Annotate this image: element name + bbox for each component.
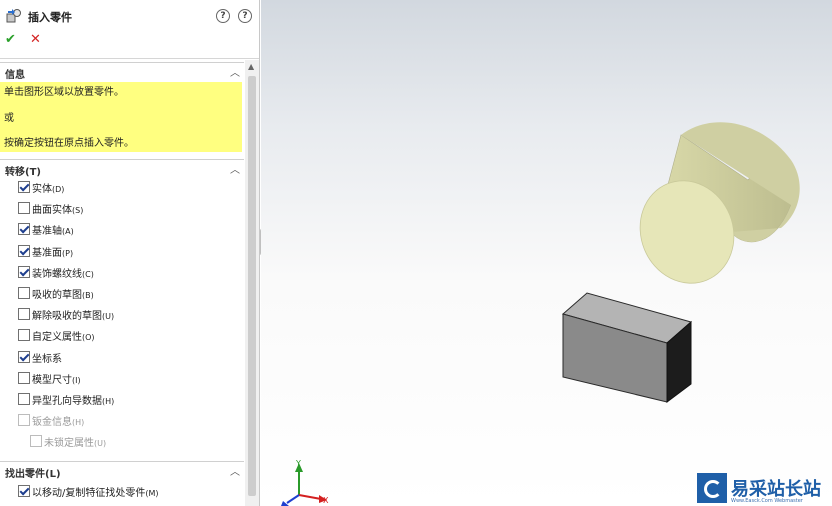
option-label: 未锁定属性(U) [44,438,107,450]
checkbox[interactable] [18,350,30,363]
model-scene[interactable]: Y X [261,0,832,506]
cylinder-part[interactable] [625,122,800,297]
insert-part-icon [6,9,21,23]
checkbox [18,414,30,427]
info-group-header[interactable]: 信息 ︿ [0,62,244,81]
option-label: 坐标系 [32,353,62,365]
collapse-chevron-icon[interactable]: ︿ [230,161,240,176]
option-label: 异型孔向导数据(H) [32,396,115,407]
info-message-box: 单击图形区域以放置零件。 或 按确定按钮在原点插入零件。 [0,82,242,152]
transfer-group-header[interactable]: 转移(T) ︿ [0,159,244,178]
transfer-group-label: 转移(T) [5,167,41,178]
option-label: 钣金信息(H) [32,417,85,429]
option-label: 基准面(P) [32,247,74,259]
option-label: 基准轴(A) [32,226,74,238]
page-title: 插入零件 [28,11,72,24]
option-label: 自定义属性(O) [32,332,95,344]
whats-new-help-icon[interactable]: ? [216,9,230,23]
checkbox[interactable] [18,287,30,299]
checkbox[interactable] [18,329,30,342]
coordinate-triad [281,463,327,506]
checkbox[interactable] [18,223,30,236]
option-label: 吸收的草图(B) [32,290,94,301]
info-line-3: 按确定按钮在原点插入零件。 [4,138,134,149]
cancel-button[interactable]: ✕ [30,32,41,47]
info-group-label: 信息 [5,70,25,81]
checkbox[interactable] [18,485,30,497]
option-label: 实体(D) [32,184,65,195]
scroll-up-arrow-icon[interactable]: ▲ [248,62,254,71]
info-line-2: 或 [4,113,14,124]
watermark-subtext: Www.Easck.Com Webmaster [731,498,803,504]
scrollbar-thumb[interactable] [248,76,256,496]
option-label: 装饰螺纹线(C) [32,268,94,280]
find-part-group-label: 找出零件(L) [5,469,61,480]
option-label: 曲面实体(S) [32,205,84,217]
help-icon[interactable]: ? [238,9,252,23]
option-label: 解除吸收的草图(U) [32,311,115,323]
property-manager-header: 插入零件 ? ? ✔ ✕ [0,0,259,59]
checkbox[interactable] [18,244,30,257]
ok-button[interactable]: ✔ [5,32,16,47]
find-part-group-header[interactable]: 找出零件(L) ︿ [0,461,244,480]
triad-y-label: Y [295,459,301,468]
checkbox[interactable] [18,393,30,405]
graphics-area[interactable]: Y X [261,0,832,506]
checkbox[interactable] [18,371,30,384]
checkbox[interactable] [18,202,30,215]
option-label: 以移动/复制特征找处零件(M) [32,488,159,499]
triad-x-label: X [323,496,329,505]
box-part[interactable] [561,292,693,403]
collapse-chevron-icon[interactable]: ︿ [230,64,240,79]
checkbox[interactable] [18,308,30,321]
panel-scrollbar[interactable]: ▲ [245,60,259,506]
checkbox [30,435,42,448]
checkbox[interactable] [18,265,30,278]
property-manager-panel: 插入零件 ? ? ✔ ✕ 信息 ︿ 单击图形区域以放置零件。 或 按确定按钮在原… [0,0,260,506]
panel-scroll-area: 信息 ︿ 单击图形区域以放置零件。 或 按确定按钮在原点插入零件。 转移(T) … [0,60,244,506]
option-label: 模型尺寸(I) [32,374,81,386]
checkbox[interactable] [18,181,30,193]
info-line-1: 单击图形区域以放置零件。 [4,87,124,98]
collapse-chevron-icon[interactable]: ︿ [230,463,240,478]
watermark: 易采站长站 Www.Easck.Com Webmaster [697,473,832,506]
watermark-logo-icon [697,473,727,503]
